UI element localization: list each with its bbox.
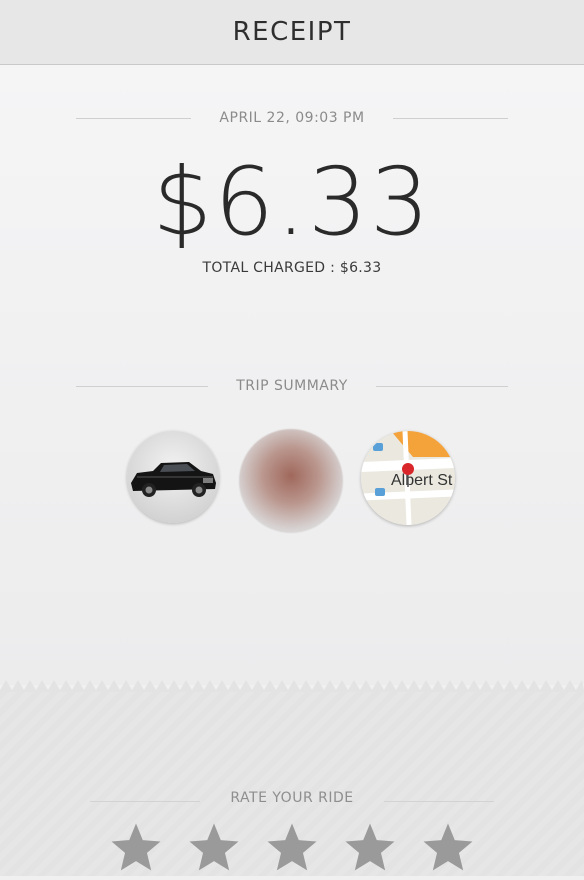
star-5-icon[interactable] — [420, 820, 476, 876]
trip-summary-separator: TRIP SUMMARY — [76, 376, 508, 396]
trip-summary-label: TRIP SUMMARY — [236, 378, 348, 394]
page-title: RECEIPT — [232, 17, 352, 47]
star-2-icon[interactable] — [186, 820, 242, 876]
driver-photo[interactable] — [239, 429, 343, 533]
divider — [392, 117, 509, 119]
star-rating — [108, 820, 476, 880]
map-thumbnail[interactable]: Albert St — [361, 431, 455, 525]
map-icon: Albert St — [361, 431, 455, 525]
map-street-label: Albert St — [391, 472, 453, 489]
car-icon — [131, 462, 216, 497]
star-3-icon[interactable] — [264, 820, 320, 876]
car-thumbnail[interactable] — [127, 431, 219, 523]
total-charged: TOTAL CHARGED : $6.33 — [202, 260, 382, 276]
divider — [375, 385, 508, 387]
trip-datetime: APRIL 22, 09:03 PM — [219, 110, 365, 126]
header-bar: RECEIPT — [0, 0, 584, 65]
fare-amount: $6.33 — [152, 148, 432, 257]
divider — [76, 117, 192, 119]
divider — [76, 385, 209, 387]
rating-section: RATE YOUR RIDE — [0, 692, 584, 876]
star-1-icon[interactable] — [108, 820, 164, 876]
rate-your-ride-label: RATE YOUR RIDE — [230, 790, 354, 806]
date-separator: APRIL 22, 09:03 PM — [76, 108, 509, 128]
star-4-icon[interactable] — [342, 820, 398, 876]
